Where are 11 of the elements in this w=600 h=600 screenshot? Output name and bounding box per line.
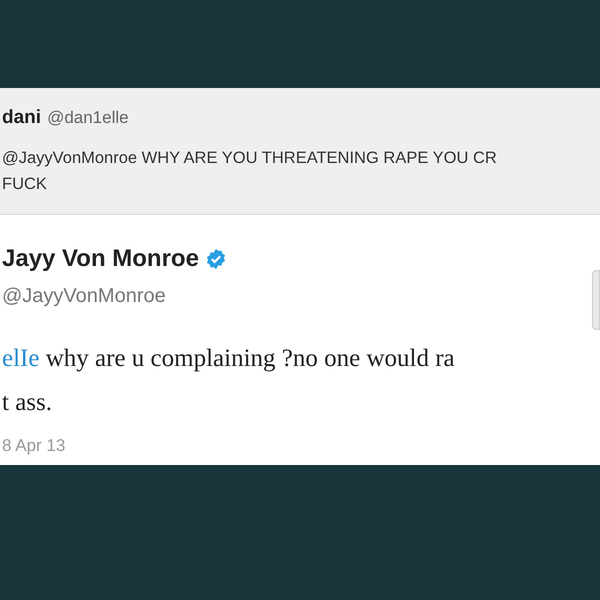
- tweet-text: t ass.: [2, 388, 53, 418]
- reply-text: FUCK: [2, 174, 48, 194]
- tweet-date[interactable]: 8 Apr 13: [2, 433, 592, 458]
- mention-link[interactable]: elIe: [2, 345, 46, 372]
- author-handle[interactable]: @JayyVonMonroe: [2, 281, 592, 311]
- follow-button[interactable]: [592, 270, 600, 330]
- author-name[interactable]: dani: [2, 104, 42, 132]
- author-handle[interactable]: @dan1elle: [47, 105, 129, 130]
- author-name[interactable]: Jayy Von Monroe: [2, 241, 199, 277]
- tweet-text: elIe why are u complaining ?no one would ra: [2, 344, 456, 374]
- reply-text: @JayyVonMonroe WHY ARE YOU THREATENING RAPE YOU CR: [2, 148, 498, 168]
